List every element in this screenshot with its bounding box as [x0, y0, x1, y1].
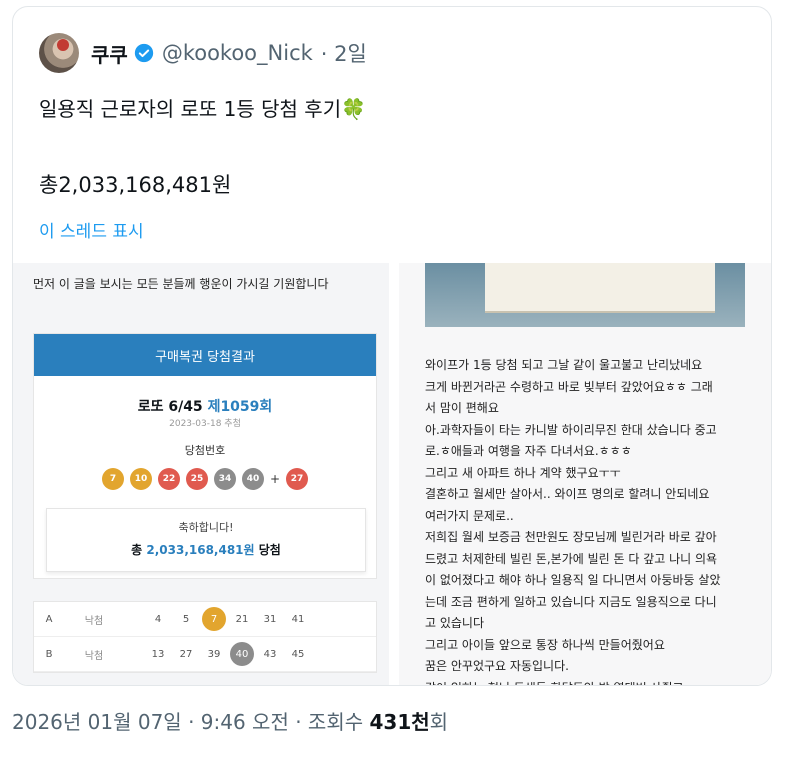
story-line: 서 맘이 편해요	[425, 401, 499, 415]
row-label: A	[45, 613, 53, 625]
congrats-text: 축하합니다!	[178, 521, 234, 534]
row-number: 7	[202, 607, 226, 631]
story-text: 와이프가 1등 당첨 되고 그날 같이 울고불고 난리났네요크게 바뀐거라곤 수…	[425, 355, 751, 686]
show-thread-link[interactable]: 이 스레드 표시	[39, 217, 144, 242]
story-line: 꿈은 안꾸었구요 자동입니다.	[425, 659, 569, 673]
row-label: B	[45, 648, 53, 660]
winning-numbers: 7 10 22 25 34 40 + 27	[34, 468, 376, 490]
row-number: 21	[235, 613, 249, 625]
lotto-name: 로또 6/45	[137, 399, 208, 415]
plus-sign: +	[269, 472, 281, 486]
row-number: 45	[291, 648, 305, 660]
story-line: 아.과학자들이 타는 카니발 하이리무진 한대 샀습니다 중고	[425, 422, 717, 437]
tweet-header: 쿠쿠 @kookoo_Nick · 2일	[39, 31, 367, 75]
story-line: 고 있습니다	[425, 616, 485, 630]
prize-amount: 2,033,168,481원	[146, 543, 255, 557]
tweet-amount-text: 총2,033,168,481원	[39, 173, 232, 197]
number-ball: 40	[241, 468, 264, 490]
story-line: 같이 일하는 형님,동생들 한달동안 밥 열댓번 사줬고	[425, 678, 751, 686]
number-ball: 34	[213, 468, 236, 490]
prize-text: 총 2,033,168,481원 당첨	[47, 541, 365, 558]
story-line: 여러가지 문제로..	[425, 508, 514, 523]
story-line: 그리고 새 아파트 하나 계약 했구요ㅜㅜ	[425, 465, 621, 480]
story-line: 그리고 아이들 앞으로 통장 하나씩 만들어줬어요	[425, 637, 665, 652]
media-image-story[interactable]: 와이프가 1등 당첨 되고 그날 같이 울고불고 난리났네요크게 바뀐거라곤 수…	[399, 263, 771, 686]
verified-badge-icon	[134, 43, 153, 63]
lotto-result-box: 구매복권 당첨결과 로또 6/45 제1059회 2023-03-18 추첨 당…	[33, 333, 377, 579]
story-line: 이 없어졌다고 해야 하나 일용직 일 다니면서 아둥바둥 살았	[425, 573, 721, 587]
lotto-round: 제1059회	[207, 399, 273, 415]
tweet-age[interactable]: · 2일	[321, 38, 367, 68]
row-number: 40	[230, 642, 254, 666]
avatar[interactable]	[39, 33, 79, 73]
prize-prefix: 총	[131, 543, 147, 557]
row-number: 31	[263, 613, 277, 625]
number-ball: 22	[157, 468, 180, 490]
ticket-photo	[425, 263, 745, 327]
table-row: A 낙첨 4 5 7 21 31 41	[34, 602, 376, 637]
tweet-date: 2026년 01월 07일 · 9:46 오전 · 조회수	[12, 710, 370, 734]
view-suffix: 회	[429, 710, 449, 734]
author-name[interactable]: 쿠쿠	[91, 39, 128, 68]
bonus-ball: 27	[286, 468, 309, 490]
lotto-date: 2023-03-18 추첨	[169, 419, 241, 429]
lotto-title: 로또 6/45 제1059회	[34, 396, 376, 416]
numbers-label: 당첨번호	[184, 444, 226, 457]
story-line: 드렸고 처제한테 빌린 돈,본가에 빌린 돈 다 갚고 나니 의욕	[425, 551, 718, 566]
tweet-meta: 2026년 01월 07일 · 9:46 오전 · 조회수 431천회	[12, 706, 448, 735]
ticket-table: A 낙첨 4 5 7 21 31 41 B 낙첨 13 27 39 40 43 45	[33, 601, 377, 673]
row-numbers: 4 5 7 21 31 41	[146, 607, 310, 631]
story-line: 저희집 월세 보증금 천만원도 장모님께 빌린거라 바로 갚아	[425, 530, 717, 544]
row-numbers: 13 27 39 40 43 45	[146, 642, 310, 666]
row-number: 5	[182, 613, 190, 625]
author-handle[interactable]: @kookoo_Nick	[162, 41, 313, 65]
tweet-text: 일용직 근로자의 로또 1등 당첨 후기🍀	[39, 97, 367, 121]
row-number: 43	[263, 648, 277, 660]
number-ball: 10	[129, 468, 152, 490]
row-number: 41	[291, 613, 305, 625]
intro-text: 먼저 이 글을 보시는 모든 분들께 행운이 가시길 기원합니다	[33, 277, 329, 291]
row-number: 4	[154, 613, 162, 625]
prize-suffix: 당첨	[254, 543, 281, 557]
row-number: 27	[179, 648, 193, 660]
story-line: 결혼하고 월세만 살아서.. 와이프 명의로 할려니 안되네요	[425, 487, 710, 501]
row-status: 낙첨	[84, 615, 104, 627]
prize-box: 축하합니다! 총 2,033,168,481원 당첨	[46, 508, 366, 572]
story-line: 로.ㅎ애들과 여행을 자주 다녀서요.ㅎㅎㅎ	[425, 444, 632, 458]
tweet-card[interactable]: 쿠쿠 @kookoo_Nick · 2일 일용직 근로자의 로또 1등 당첨 후…	[12, 6, 772, 686]
lottery-ticket-image	[485, 263, 715, 313]
result-header: 구매복권 당첨결과	[34, 334, 376, 376]
number-ball: 7	[101, 468, 124, 490]
media-image-lotto-result[interactable]: 먼저 이 글을 보시는 모든 분들께 행운이 가시길 기원합니다 구매복권 당첨…	[13, 263, 389, 685]
story-line: 와이프가 1등 당첨 되고 그날 같이 울고불고 난리났네요	[425, 358, 703, 372]
view-count: 431천	[369, 710, 430, 734]
story-line: 는데 조금 편하게 일하고 있습니다 지금도 일용직으로 다니	[425, 594, 717, 609]
row-number: 13	[151, 648, 165, 660]
row-number: 39	[207, 648, 221, 660]
row-status: 낙첨	[84, 650, 104, 662]
table-row: B 낙첨 13 27 39 40 43 45	[34, 637, 376, 672]
story-line: 크게 바뀐거라곤 수령하고 바로 빚부터 갚았어요ㅎㅎ 그래	[425, 379, 713, 394]
number-ball: 25	[185, 468, 208, 490]
